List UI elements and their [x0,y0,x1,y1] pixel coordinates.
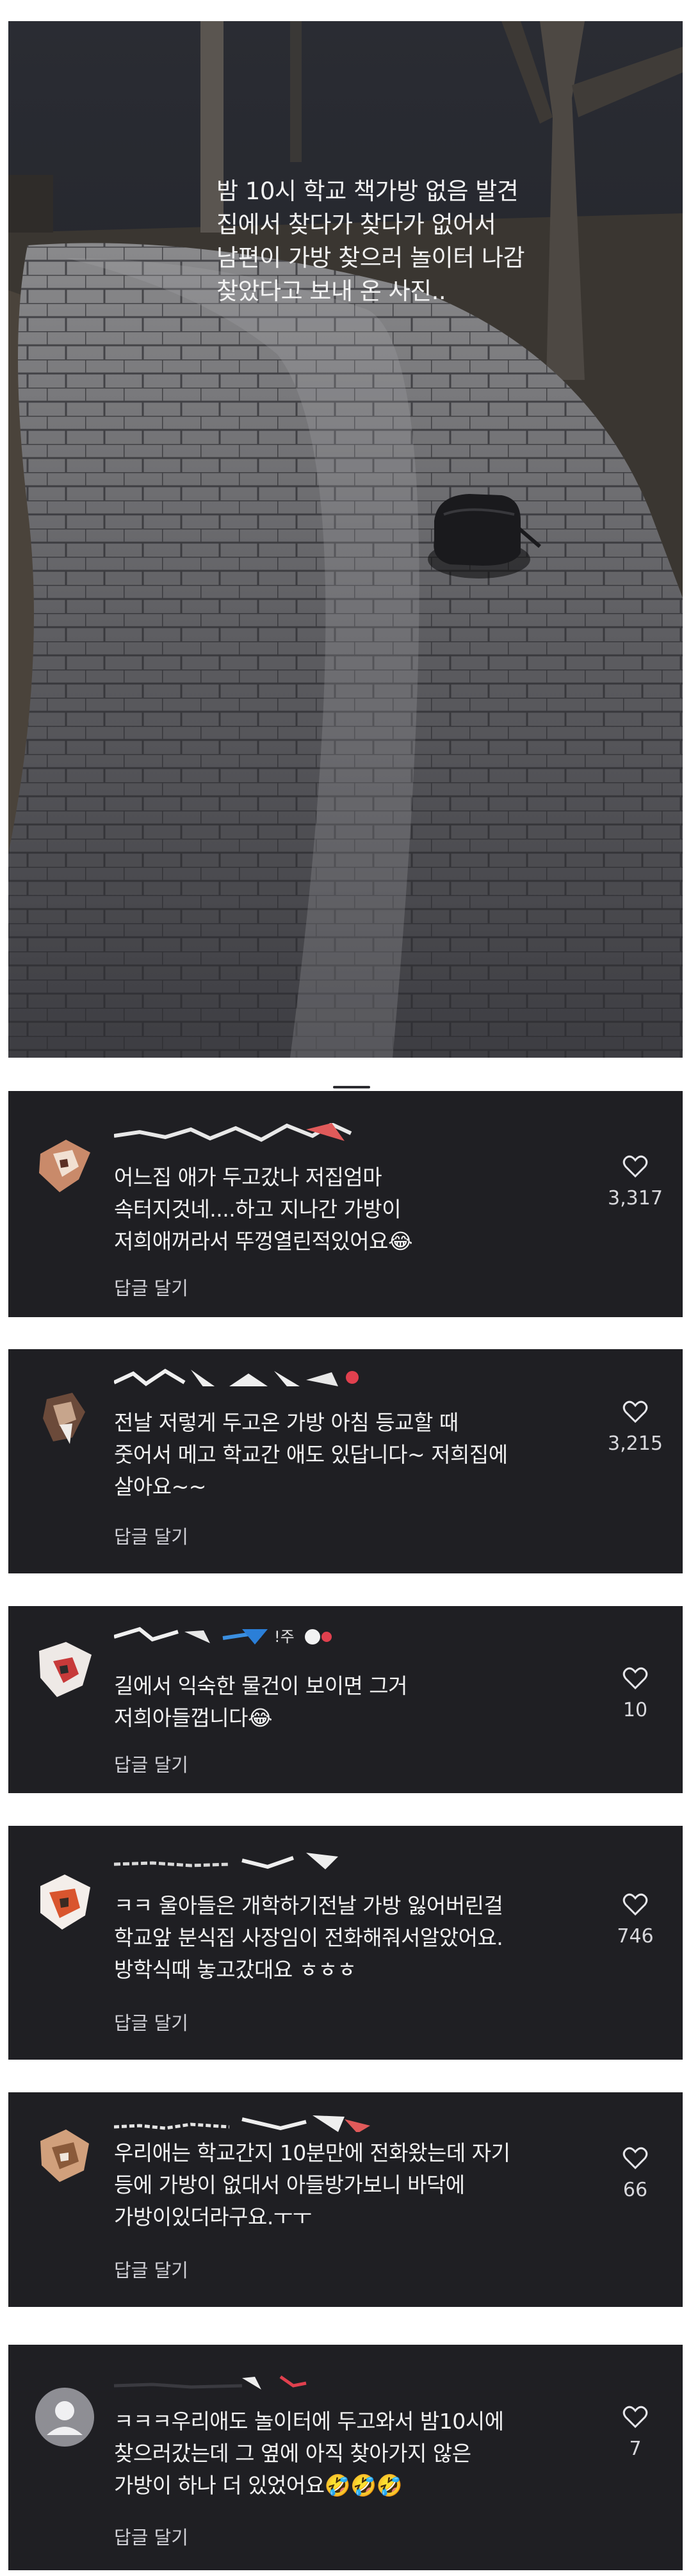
comment-line: 저희아들껍니다😂 [114,1705,273,1730]
reply-button[interactable]: 답글 달기 [114,2008,188,2035]
heart-outline-icon[interactable] [622,1400,648,1423]
caption-line: 찾았다고 보내 온 사진.. [216,277,446,305]
comment-card: 우리애는 학교간지 10분만에 전화왔는데 자기 등에 가방이 없대서 아들방가… [8,2092,683,2307]
username-obscured[interactable] [114,1123,409,1142]
like-count: 10 [622,1699,648,1721]
reply-button[interactable]: 답글 달기 [114,2523,188,2550]
heart-outline-icon[interactable] [622,2406,648,2429]
comment-text: ㅋㅋㅋ우리애도 놀이터에 두고와서 밤10시에 찾으러갔는데 그 옆에 아직 찾… [114,2406,601,2502]
comment-text: 전날 저렇게 두고온 가방 아침 등교할 때 줏어서 메고 학교간 애도 있답니… [114,1407,601,1503]
like-control[interactable]: 746 [597,1893,674,1948]
default-avatar-icon[interactable] [34,2386,95,2448]
comment-card: 전날 저렇게 두고온 가방 아침 등교할 때 줏어서 메고 학교간 애도 있답니… [8,1349,683,1573]
comment-line: 전날 저렇게 두고온 가방 아침 등교할 때 [114,1410,459,1435]
avatar[interactable] [34,2124,95,2186]
svg-text:!주: !주 [274,1628,295,1645]
heart-outline-icon[interactable] [622,1667,648,1690]
like-count: 3,317 [608,1187,663,1210]
handle-bar [333,1086,370,1088]
comment-text: ㅋㅋ 울아들은 개학하기전날 가방 잃어버린걸 학교앞 분식집 사장임이 전화해… [114,1890,601,1986]
like-control[interactable]: 3,317 [597,1155,674,1210]
comment-line: 찾으러갔는데 그 옆에 아직 찾아가지 않은 [114,2441,471,2466]
like-control[interactable]: 7 [597,2406,674,2460]
comment-line: 줏어서 메고 학교간 애도 있답니다~ 저희집에 [114,1442,508,1467]
comment-line: 속터지것네....하고 지나간 가방이 [114,1197,402,1222]
comment-line: 저희애꺼라서 뚜껑열린적있어요😂 [114,1229,413,1254]
username-obscured[interactable] [114,2113,409,2132]
comment-card: 어느집 애가 두고갔나 저집엄마 속터지것네....하고 지나간 가방이 저희애… [8,1091,683,1317]
username-obscured[interactable] [114,1367,409,1386]
reply-button[interactable]: 답글 달기 [114,1274,188,1300]
reply-button[interactable]: 답글 달기 [114,1522,188,1549]
comment-line: 우리애는 학교간지 10분만에 전화왔는데 자기 [114,2140,510,2165]
comment-line: 어느집 애가 두고갔나 저집엄마 [114,1165,382,1190]
park-path-photo: 밤 10시 학교 책가방 없음 발견 집에서 찾다가 찾다가 없어서 남편이 가… [8,21,683,1058]
comment-text: 어느집 애가 두고갔나 저집엄마 속터지것네....하고 지나간 가방이 저희애… [114,1161,601,1258]
comment-line: ㅋㅋㅋ우리애도 놀이터에 두고와서 밤10시에 [114,2409,504,2434]
username-obscured[interactable]: !주 [114,1625,409,1645]
comment-line: 가방이 하나 더 있었어요🤣🤣🤣 [114,2473,403,2498]
like-count: 3,215 [608,1432,663,1455]
caption-line: 집에서 찾다가 찾다가 없어서 [216,211,496,238]
reply-button[interactable]: 답글 달기 [114,1750,188,1777]
comment-card: ㅋㅋㅋ우리애도 놀이터에 두고와서 밤10시에 찾으러갔는데 그 옆에 아직 찾… [8,2345,683,2570]
comment-line: 학교앞 분식집 사장임이 전화해줘서알았어요. [114,1925,503,1950]
comment-card: ㅋㅋ 울아들은 개학하기전날 가방 잃어버린걸 학교앞 분식집 사장임이 전화해… [8,1826,683,2060]
comment-text: 길에서 익숙한 물건이 보이면 그거 저희아들껍니다😂 [114,1670,601,1734]
like-count: 746 [617,1925,654,1948]
comment-line: 등에 가방이 없대서 아들방가보니 바닥에 [114,2172,465,2197]
comment-line: 방학식때 놓고갔대요 ㅎㅎㅎ [114,1957,357,1982]
comment-line: 살아요~~ [114,1474,206,1499]
comment-line: 길에서 익숙한 물건이 보이면 그거 [114,1673,408,1698]
caption-line: 밤 10시 학교 책가방 없음 발견 [216,177,519,205]
avatar[interactable] [34,1135,95,1196]
comment-line: 가방이있더라구요.ㅜㅜ [114,2204,312,2229]
like-control[interactable]: 66 [597,2147,674,2201]
photo-caption: 밤 10시 학교 책가방 없음 발견 집에서 찾다가 찾다가 없어서 남편이 가… [216,175,575,308]
like-control[interactable]: 10 [597,1667,674,1721]
like-control[interactable]: 3,215 [597,1400,674,1455]
username-obscured[interactable] [114,2373,409,2392]
avatar[interactable] [34,1386,95,1448]
avatar[interactable] [34,1871,95,1932]
comment-line: ㅋㅋ 울아들은 개학하기전날 가방 잃어버린걸 [114,1893,503,1918]
avatar[interactable] [34,2386,95,2448]
caption-line: 남편이 가방 찾으러 놀이터 나감 [216,244,525,272]
heart-outline-icon[interactable] [622,1155,648,1178]
like-count: 7 [629,2438,642,2460]
heart-outline-icon[interactable] [622,1893,648,1916]
avatar[interactable] [34,1638,95,1700]
username-obscured[interactable] [114,1851,409,1871]
reply-button[interactable]: 답글 달기 [114,2256,188,2283]
like-count: 66 [622,2179,648,2201]
heart-outline-icon[interactable] [622,2147,648,2170]
comment-text: 우리애는 학교간지 10분만에 전화왔는데 자기 등에 가방이 없대서 아들방가… [114,2137,601,2233]
comment-card: !주 길에서 익숙한 물건이 보이면 그거 저희아들껍니다😂 답글 달기 10 [8,1606,683,1793]
